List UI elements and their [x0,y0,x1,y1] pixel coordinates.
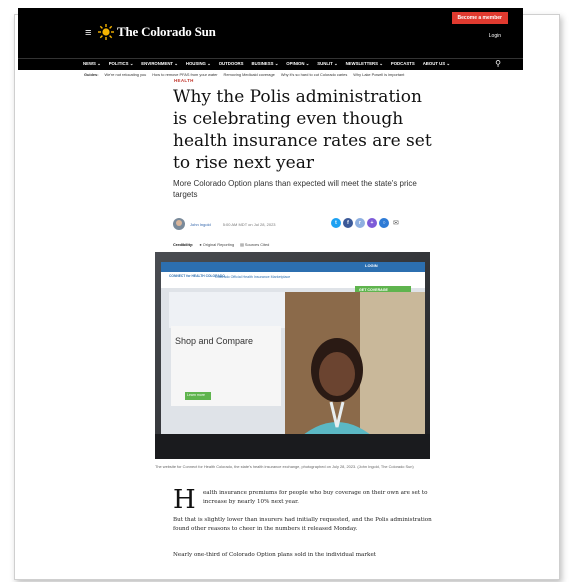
menu-icon[interactable]: ≡ [85,27,91,39]
nav-item-business[interactable]: BUSINESS ⌄ [252,61,279,67]
article-dek: More Colorado Option plans than expected… [173,179,417,199]
nav-item-newsletters[interactable]: NEWSLETTERS ⌄ [346,61,383,67]
guide-link[interactable]: Why it's so hard to cut Colorado caries [281,72,347,77]
credibility-sources-cited[interactable]: ▤ Sources Cited [240,242,269,247]
guides-bar: Guides: We're not relocating you How to … [84,72,404,77]
sun-logo-icon [98,24,114,40]
nav-item-opinion[interactable]: OPINION ⌄ [286,61,309,67]
guides-label: Guides: [84,72,99,77]
nav-item-environment[interactable]: ENVIRONMENT ⌄ [141,61,178,67]
guide-link[interactable]: Why Lake Powell is important [353,72,404,77]
article-paragraph: ealth insurance premiums for people who … [203,490,428,505]
reddit-icon[interactable]: r [355,218,365,228]
site-name: The Colorado Sun [117,24,216,39]
become-member-button[interactable]: Become a member [451,12,508,24]
twitter-icon[interactable]: t [331,218,341,228]
photo-caption: The website for Connect for Health Color… [155,464,414,469]
share-buttons: t f r + ○ ✉ [331,218,399,228]
author-name[interactable]: John Ingold [190,222,211,227]
site-header: ≡ The Colorado Sun Become a member Login [18,8,523,58]
drop-cap: H [173,485,196,515]
article-paragraph: Nearly one-third of Colorado Option plan… [173,552,377,558]
nav-item-sunlit[interactable]: SUNLIT ⌄ [317,61,337,67]
photo-shop-button: Learn more [187,393,205,397]
share-icon[interactable]: + [367,218,377,228]
nav-item-about[interactable]: ABOUT US ⌄ [423,61,450,67]
section-label[interactable]: HEALTH [174,78,194,83]
publish-date: 5:00 AM MDT on Jul 28, 2023 [222,221,276,227]
search-icon[interactable]: ⚲ [495,59,501,68]
nav-item-outdoors[interactable]: OUTDOORS [219,61,244,67]
photo-login: LOGIN [365,263,378,268]
byline: John Ingold 5:00 AM MDT on Jul 28, 2023 [173,218,276,230]
credibility-bar: Credibility: ● Original Reporting ▤ Sour… [173,242,269,247]
photo-site-title: Colorado Official Health Insurance Marke… [215,275,291,279]
nav-item-podcasts[interactable]: PODCASTS [391,61,415,67]
facebook-icon[interactable]: f [343,218,353,228]
article-headline: Why the Polis administration is celebrat… [173,87,432,173]
photo-shop-heading: Shop and Compare [175,336,254,346]
credibility-original-reporting[interactable]: ● Original Reporting [199,242,234,247]
article-paragraph: But that is slightly lower than insurers… [173,517,432,532]
main-nav: NEWS ⌄ POLITICS ⌄ ENVIRONMENT ⌄ HOUSING … [18,58,523,70]
email-icon[interactable]: ✉ [393,219,399,227]
photo-get-coverage: GET COVERAGE [359,288,388,292]
site-logo[interactable]: The Colorado Sun [98,24,216,40]
nav-item-housing[interactable]: HOUSING ⌄ [186,61,211,67]
guide-link[interactable]: Removing Medicaid coverage [224,72,275,77]
article-photo[interactable]: CONNECT for HEALTH COLORADO Colorado Off… [155,252,430,459]
author-avatar[interactable] [173,218,185,230]
nav-item-news[interactable]: NEWS ⌄ [83,61,101,67]
guide-link[interactable]: How to remove PFAS from your water [152,72,217,77]
login-link[interactable]: Login [489,33,501,39]
nav-item-politics[interactable]: POLITICS ⌄ [109,61,134,67]
guide-link[interactable]: We're not relocating you [104,72,146,77]
link-icon[interactable]: ○ [379,218,389,228]
credibility-label: Credibility: [173,242,194,247]
